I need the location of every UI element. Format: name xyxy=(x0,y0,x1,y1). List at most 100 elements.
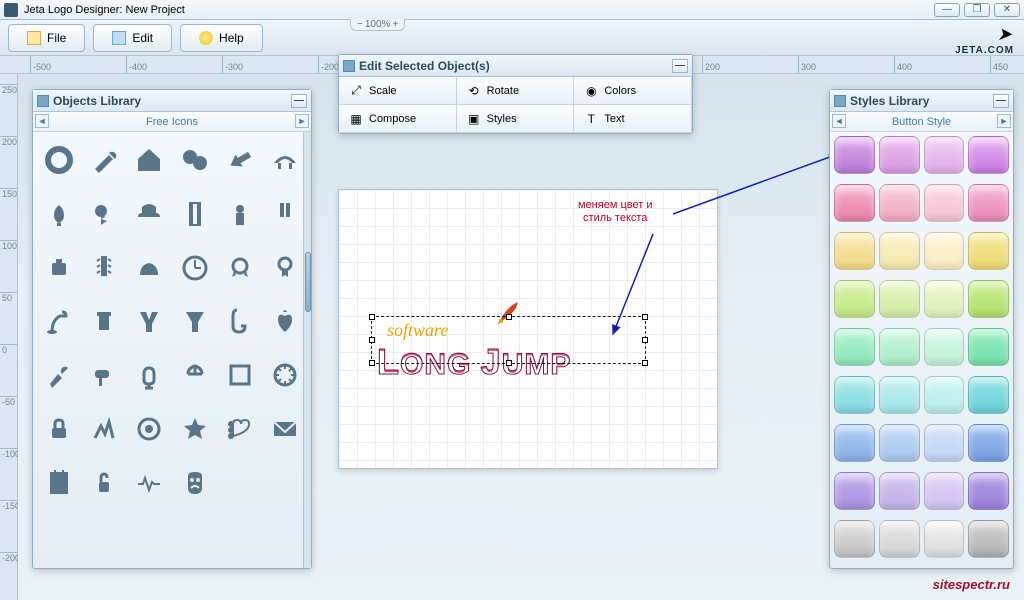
library-icon[interactable] xyxy=(218,351,261,399)
style-swatch[interactable] xyxy=(968,328,1009,366)
library-icon[interactable] xyxy=(218,297,261,345)
library-icon[interactable] xyxy=(218,459,261,507)
library-icon[interactable] xyxy=(218,244,261,292)
resize-handle-tm[interactable] xyxy=(506,314,512,320)
styles-button[interactable]: ▣Styles xyxy=(457,105,575,133)
style-swatch[interactable] xyxy=(968,424,1009,462)
library-icon[interactable] xyxy=(82,190,125,238)
colors-button[interactable]: ◉Colors xyxy=(574,77,692,105)
library-icon[interactable] xyxy=(128,297,171,345)
style-swatch[interactable] xyxy=(968,472,1009,510)
style-swatch[interactable] xyxy=(834,520,875,558)
library-icon[interactable] xyxy=(173,190,216,238)
library-icon[interactable] xyxy=(128,244,171,292)
style-swatch[interactable] xyxy=(834,376,875,414)
objects-panel-header[interactable]: Objects Library — xyxy=(33,90,311,112)
file-menu[interactable]: File xyxy=(8,24,85,52)
library-icon[interactable] xyxy=(173,459,216,507)
library-icon[interactable] xyxy=(37,459,80,507)
library-icon[interactable] xyxy=(264,297,307,345)
library-icon[interactable] xyxy=(82,136,125,184)
style-swatch[interactable] xyxy=(924,280,965,318)
style-swatch[interactable] xyxy=(968,136,1009,174)
style-swatch[interactable] xyxy=(834,136,875,174)
resize-handle-bl[interactable] xyxy=(369,360,375,366)
style-swatch[interactable] xyxy=(879,184,920,222)
zoom-indicator[interactable]: −100%+ xyxy=(350,19,405,31)
library-icon[interactable] xyxy=(128,136,171,184)
resize-handle-bm[interactable] xyxy=(506,360,512,366)
style-swatch[interactable] xyxy=(879,472,920,510)
library-icon[interactable] xyxy=(37,351,80,399)
library-icon[interactable] xyxy=(82,351,125,399)
style-swatch[interactable] xyxy=(879,376,920,414)
style-swatch[interactable] xyxy=(879,232,920,270)
collapse-button[interactable]: — xyxy=(291,94,307,108)
library-icon[interactable] xyxy=(173,136,216,184)
library-icon[interactable] xyxy=(82,405,125,453)
library-icon[interactable] xyxy=(218,136,261,184)
resize-handle-mr[interactable] xyxy=(642,337,648,343)
style-swatch[interactable] xyxy=(924,376,965,414)
library-icon[interactable] xyxy=(264,136,307,184)
style-swatch[interactable] xyxy=(834,280,875,318)
library-icon[interactable] xyxy=(128,512,171,560)
style-swatch[interactable] xyxy=(879,424,920,462)
next-category-button[interactable]: ► xyxy=(295,114,309,128)
edit-panel-header[interactable]: Edit Selected Object(s) — xyxy=(339,55,692,77)
style-swatch[interactable] xyxy=(924,136,965,174)
scrollbar[interactable] xyxy=(303,132,311,568)
style-swatch[interactable] xyxy=(834,328,875,366)
library-icon[interactable] xyxy=(173,297,216,345)
style-swatch[interactable] xyxy=(968,280,1009,318)
style-swatch[interactable] xyxy=(968,232,1009,270)
style-swatch[interactable] xyxy=(924,424,965,462)
scale-button[interactable]: ⤢Scale xyxy=(339,77,457,105)
style-swatch[interactable] xyxy=(924,472,965,510)
style-swatch[interactable] xyxy=(924,328,965,366)
resize-handle-br[interactable] xyxy=(642,360,648,366)
library-icon[interactable] xyxy=(264,351,307,399)
library-icon[interactable] xyxy=(37,512,80,560)
library-icon[interactable] xyxy=(264,244,307,292)
style-swatch[interactable] xyxy=(834,232,875,270)
minimize-button[interactable]: — xyxy=(934,3,960,17)
resize-handle-ml[interactable] xyxy=(369,337,375,343)
edit-menu[interactable]: Edit xyxy=(93,24,172,52)
help-menu[interactable]: Help xyxy=(180,24,263,52)
library-icon[interactable] xyxy=(37,405,80,453)
library-icon[interactable] xyxy=(82,297,125,345)
maximize-button[interactable]: ❐ xyxy=(964,3,990,17)
library-icon[interactable] xyxy=(37,190,80,238)
collapse-button[interactable]: — xyxy=(993,94,1009,108)
canvas[interactable]: software LONG JUMP xyxy=(338,189,718,469)
style-swatch[interactable] xyxy=(834,424,875,462)
library-icon[interactable] xyxy=(82,244,125,292)
library-icon[interactable] xyxy=(37,244,80,292)
style-swatch[interactable] xyxy=(968,376,1009,414)
library-icon[interactable] xyxy=(128,351,171,399)
library-icon[interactable] xyxy=(264,190,307,238)
style-swatch[interactable] xyxy=(834,472,875,510)
library-icon[interactable] xyxy=(82,459,125,507)
library-icon[interactable] xyxy=(264,405,307,453)
style-swatch[interactable] xyxy=(879,136,920,174)
style-swatch[interactable] xyxy=(834,184,875,222)
scrollbar-thumb[interactable] xyxy=(305,252,311,312)
rotate-button[interactable]: ⟲Rotate xyxy=(457,77,575,105)
styles-panel-header[interactable]: Styles Library — xyxy=(830,90,1013,112)
library-icon[interactable] xyxy=(264,512,307,560)
prev-style-button[interactable]: ◄ xyxy=(832,114,846,128)
close-button[interactable]: ✕ xyxy=(994,3,1020,17)
library-icon[interactable] xyxy=(173,351,216,399)
next-style-button[interactable]: ► xyxy=(997,114,1011,128)
style-swatch[interactable] xyxy=(924,232,965,270)
style-swatch[interactable] xyxy=(879,328,920,366)
resize-handle-tl[interactable] xyxy=(369,314,375,320)
library-icon[interactable] xyxy=(37,136,80,184)
style-swatch[interactable] xyxy=(924,184,965,222)
workspace[interactable]: software LONG JUMP меняем цвет истиль те… xyxy=(18,74,1024,600)
library-icon[interactable] xyxy=(264,459,307,507)
library-icon[interactable] xyxy=(37,297,80,345)
style-swatch[interactable] xyxy=(968,520,1009,558)
